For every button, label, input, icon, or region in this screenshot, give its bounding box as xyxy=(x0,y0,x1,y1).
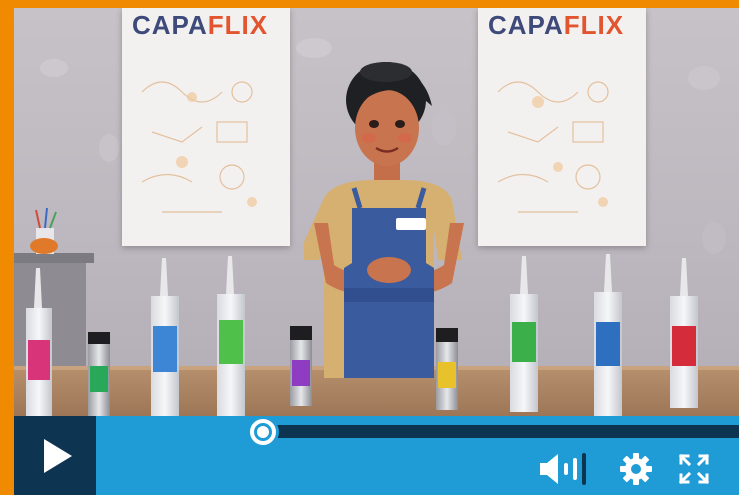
poster-diagrams xyxy=(497,81,609,213)
capaflix-logo: CAPAFLIX xyxy=(488,10,625,40)
volume-button[interactable] xyxy=(536,452,596,486)
sealant-products xyxy=(26,254,698,416)
poster-right: CAPAFLIX xyxy=(478,8,646,246)
fullscreen-icon xyxy=(678,453,710,485)
poster-diagrams xyxy=(141,81,257,213)
progress-scrubber[interactable] xyxy=(250,419,276,445)
progress-fill xyxy=(96,425,263,438)
volume-icon xyxy=(540,453,586,485)
fullscreen-button[interactable] xyxy=(675,452,713,486)
video-frame[interactable]: CAPAFLIX CAPAFLIX xyxy=(14,8,739,416)
video-player: CAPAFLIX CAPAFLIX xyxy=(14,8,739,495)
poster-left: CAPAFLIX xyxy=(122,8,290,246)
capaflix-logo: CAPAFLIX xyxy=(132,10,269,40)
settings-button[interactable] xyxy=(617,452,655,486)
gear-icon xyxy=(620,453,652,485)
play-icon xyxy=(44,438,72,473)
control-bar xyxy=(14,416,739,495)
play-button[interactable] xyxy=(14,416,96,495)
cartridge-pink xyxy=(26,268,52,416)
